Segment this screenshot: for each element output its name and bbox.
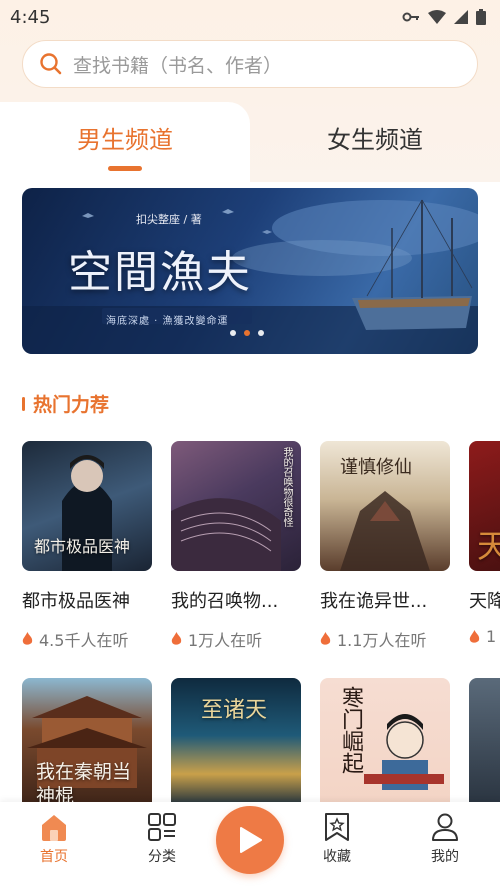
book-cover: 我在秦朝当神棍 xyxy=(22,678,152,806)
book-listeners: 1.1万人在听 xyxy=(320,627,450,651)
book-cover xyxy=(469,678,500,806)
home-icon xyxy=(42,815,66,841)
battery-icon xyxy=(476,9,486,25)
wifi-icon xyxy=(428,10,446,24)
carousel-dot[interactable] xyxy=(258,330,264,336)
tab-female-channel[interactable]: 女生频道 xyxy=(250,102,500,182)
user-icon xyxy=(432,813,458,841)
nav-label: 收藏 xyxy=(323,849,351,865)
book-card[interactable]: 我在秦朝当神棍 xyxy=(22,678,152,806)
banner-title: 空間漁夫 xyxy=(68,247,252,298)
nav-home[interactable]: 首页 xyxy=(19,812,89,866)
cover-text: 天 xyxy=(477,527,500,565)
status-bar: 4:45 xyxy=(0,0,500,34)
status-icons xyxy=(402,9,486,25)
book-cover: 都市极品医神 xyxy=(22,441,152,571)
listener-count: 1万人在听 xyxy=(188,631,263,650)
book-cover: 谨慎修仙 xyxy=(320,441,450,571)
flame-icon xyxy=(320,632,331,645)
book-card[interactable]: 至诸天 xyxy=(171,678,301,806)
cover-text: 都市极品医神 xyxy=(34,537,131,556)
tab-label: 男生频道 xyxy=(77,126,173,154)
listener-count: 4.5千人在听 xyxy=(39,631,129,650)
carousel-dot-active[interactable] xyxy=(244,330,250,336)
key-icon xyxy=(402,12,419,22)
tab-male-channel[interactable]: 男生频道 xyxy=(0,102,250,182)
book-title: 天降 xyxy=(469,591,500,612)
book-cover: 天 xyxy=(469,441,500,571)
book-listeners: 1万人在听 xyxy=(171,627,301,651)
cover-text: 我的召唤物很奇怪 xyxy=(281,447,292,527)
cover-text: 寒门崛起 xyxy=(338,686,363,774)
book-card[interactable] xyxy=(469,678,500,806)
book-card[interactable]: 天 天降 1 xyxy=(469,441,500,646)
book-cover: 至诸天 xyxy=(171,678,301,806)
search-placeholder: 查找书籍（书名、作者） xyxy=(73,54,283,77)
play-button[interactable] xyxy=(216,806,284,874)
book-cover: 寒门崛起 xyxy=(320,678,450,806)
signal-icon xyxy=(454,10,468,24)
section-header-hot: 热门力荐 xyxy=(22,390,109,417)
book-listeners: 4.5千人在听 xyxy=(22,627,152,651)
nav-label: 分类 xyxy=(148,849,176,865)
banner-pagination xyxy=(230,330,264,336)
cover-text: 至诸天 xyxy=(201,698,268,723)
search-input[interactable]: 查找书籍（书名、作者） xyxy=(22,40,478,88)
book-title: 我在诡异世... xyxy=(320,591,428,612)
tab-label: 女生频道 xyxy=(327,126,423,154)
listener-count: 1.1万人在听 xyxy=(337,631,427,650)
search-icon xyxy=(40,53,62,75)
channel-tabs: 男生频道 女生频道 xyxy=(0,102,500,182)
status-time: 4:45 xyxy=(10,6,51,28)
section-title: 热门力荐 xyxy=(33,394,110,416)
book-card[interactable]: 谨慎修仙 我在诡异世... 1.1万人在听 xyxy=(320,441,450,651)
book-cover: 我的召唤物很奇怪 xyxy=(171,441,301,571)
play-icon xyxy=(240,827,262,853)
book-listeners: 1 xyxy=(469,627,500,646)
nav-favorites[interactable]: 收藏 xyxy=(302,812,372,866)
nav-profile[interactable]: 我的 xyxy=(410,812,480,866)
cover-text: 我在秦朝当神棍 xyxy=(36,761,132,806)
tab-active-indicator xyxy=(108,166,142,171)
flame-icon xyxy=(469,629,480,643)
carousel-dot[interactable] xyxy=(230,330,236,336)
book-card[interactable]: 寒门崛起 xyxy=(320,678,450,806)
section-accent-bar xyxy=(22,396,25,411)
book-title: 我的召唤物... xyxy=(171,591,279,612)
flame-icon xyxy=(22,632,33,645)
banner-subtitle: 海底深處 · 漁獲改變命運 xyxy=(106,316,229,327)
book-title: 都市极品医神 xyxy=(22,591,130,612)
banner-author: 扣尖整座 / 著 xyxy=(136,213,202,226)
nav-label: 我的 xyxy=(431,849,459,865)
cover-text: 谨慎修仙 xyxy=(340,457,412,478)
nav-category[interactable]: 分类 xyxy=(127,812,197,866)
nav-label: 首页 xyxy=(40,849,68,865)
bookmark-star-icon xyxy=(325,813,349,841)
category-icon xyxy=(148,813,176,841)
book-card[interactable]: 都市极品医神 都市极品医神 4.5千人在听 xyxy=(22,441,152,651)
listener-count: 1 xyxy=(486,627,497,646)
book-card[interactable]: 我的召唤物很奇怪 我的召唤物... 1万人在听 xyxy=(171,441,301,651)
flame-icon xyxy=(171,632,182,645)
